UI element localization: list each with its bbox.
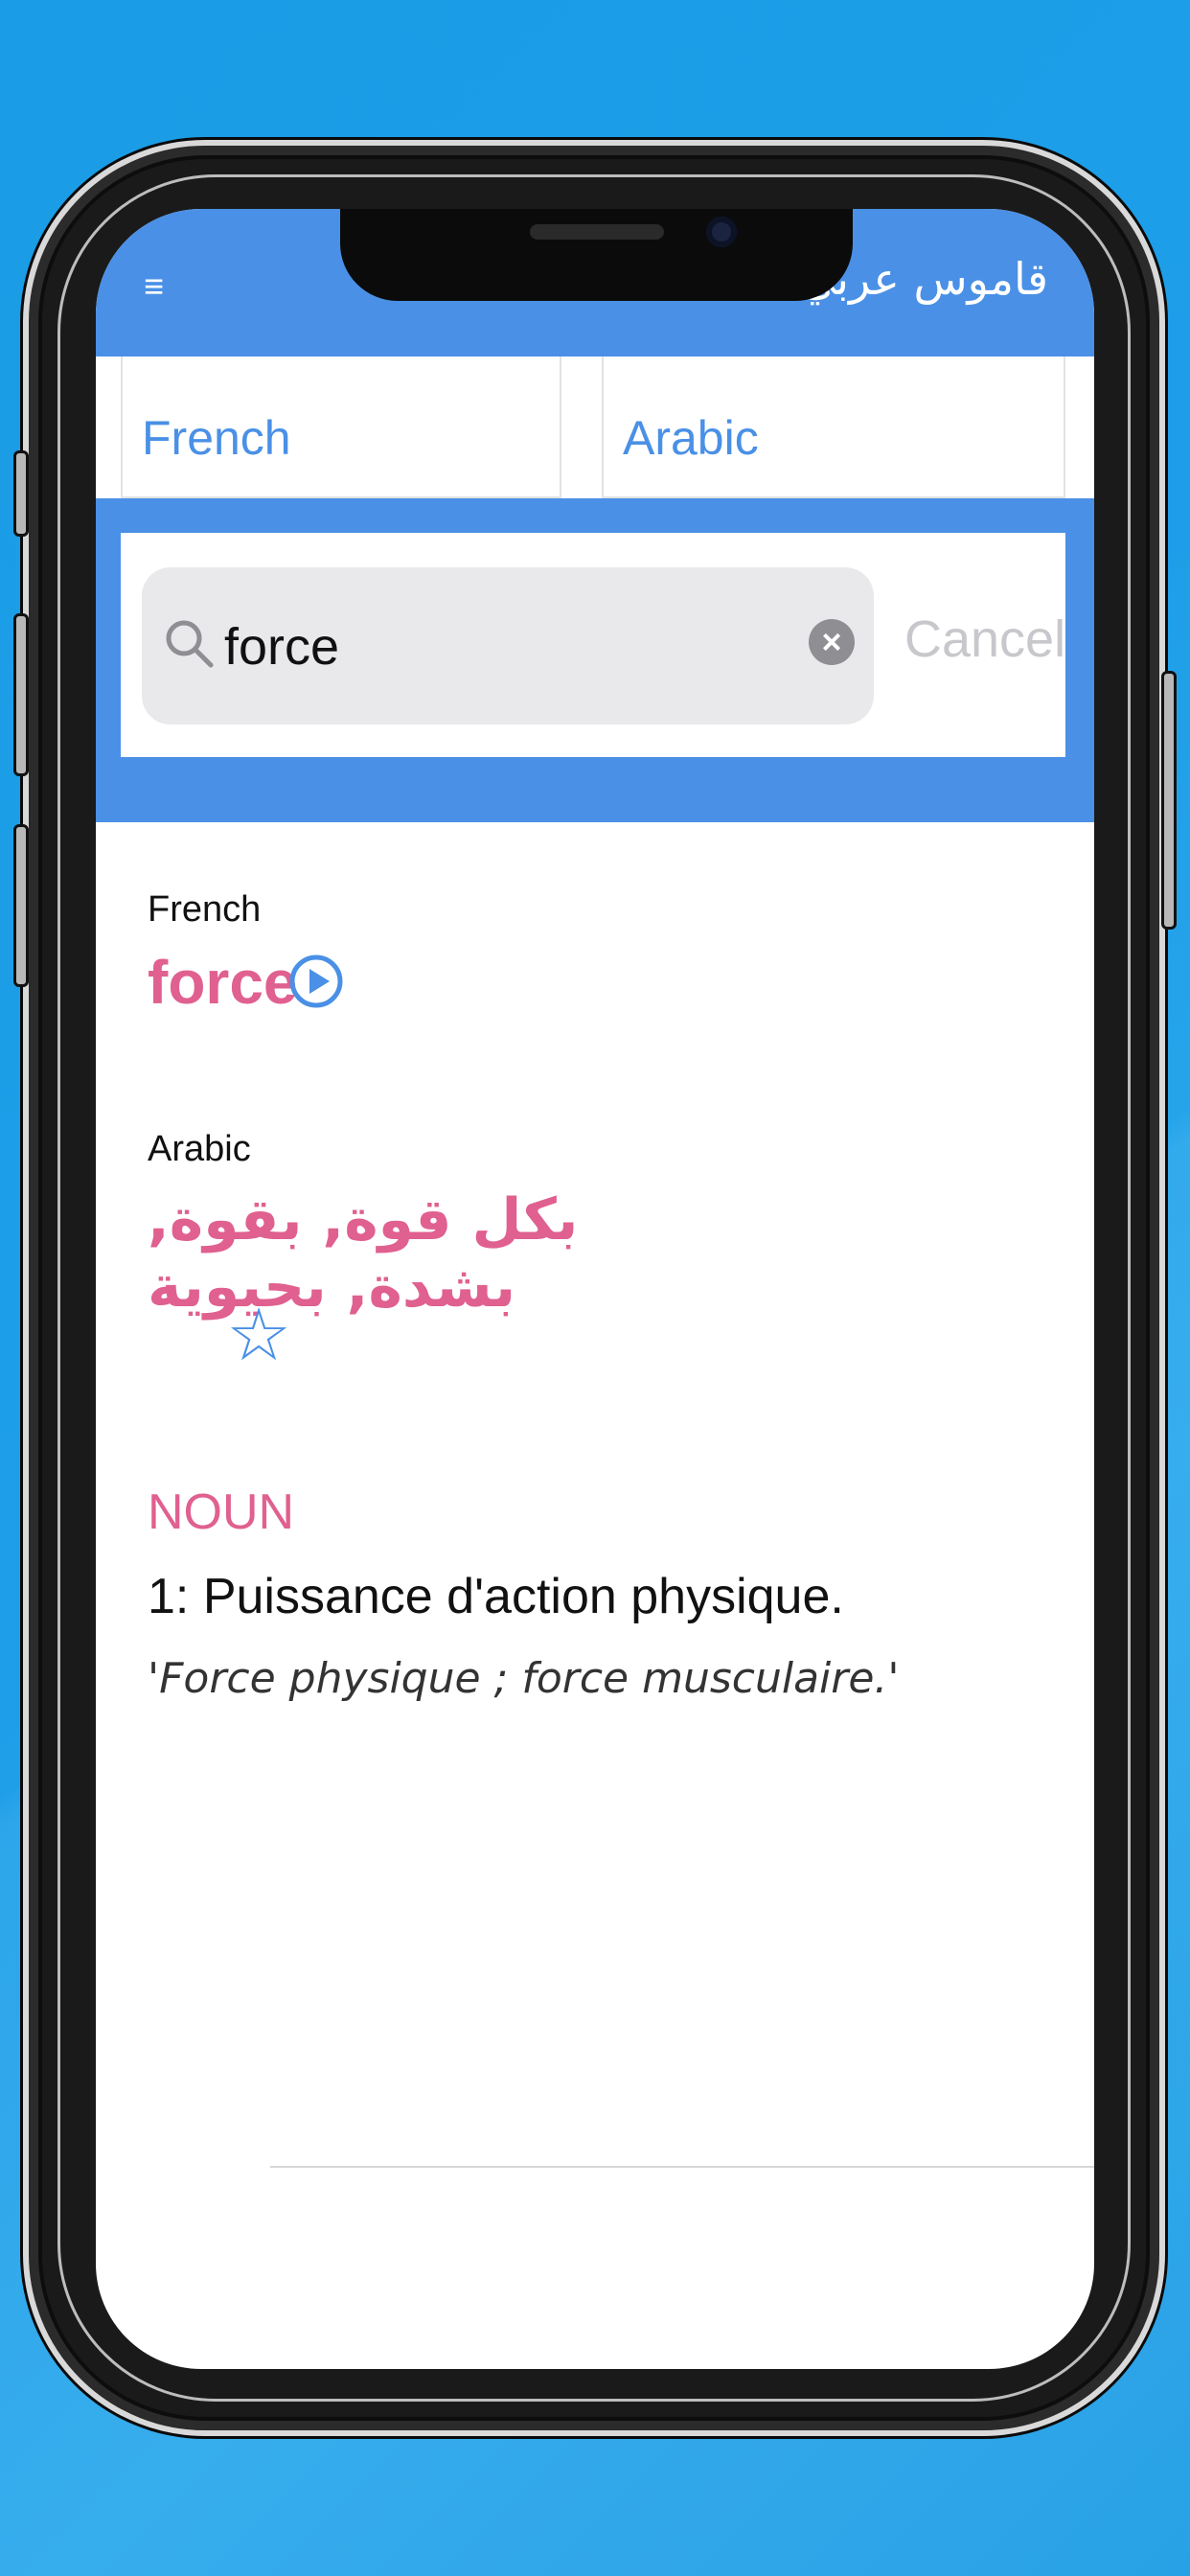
definition-text: 1: Puissance d'action physique. [148, 1569, 844, 1624]
device-notch [340, 209, 853, 301]
power-button [1161, 671, 1177, 930]
source-language-tab[interactable]: French [121, 356, 561, 498]
cancel-button[interactable]: Cancel [904, 610, 1065, 669]
volume-down-button [13, 824, 29, 987]
front-camera [706, 217, 737, 247]
search-bar: force × Cancel [121, 533, 1065, 757]
earpiece-speaker [530, 224, 664, 240]
source-language-label: French [142, 411, 291, 465]
target-language-tab[interactable]: Arabic [602, 356, 1065, 498]
favorite-star-icon[interactable]: ☆ [226, 1300, 291, 1372]
search-bar-container: force × Cancel [96, 498, 1094, 822]
divider [270, 2166, 1094, 2168]
hamburger-menu-icon[interactable]: ≡ [144, 269, 172, 304]
target-language-label: Arabic [623, 411, 759, 465]
clear-icon[interactable]: × [809, 619, 855, 665]
target-language-heading: Arabic [148, 1129, 251, 1169]
play-audio-icon[interactable] [287, 953, 345, 1010]
result-content: French force Arabic بكل قوة, بقوة, بشدة,… [96, 822, 1094, 2369]
volume-up-button [13, 613, 29, 776]
example-text: 'Force physique ; force musculaire.' [148, 1654, 900, 1703]
search-input[interactable]: force × [142, 567, 874, 724]
search-query-text[interactable]: force [224, 617, 339, 677]
source-language-heading: French [148, 889, 262, 930]
part-of-speech: NOUN [148, 1484, 295, 1540]
search-icon [166, 620, 214, 668]
language-selector: French Arabic [96, 356, 1094, 498]
phone-screen: ≡ قاموس عربي French Arabic force × Cance… [96, 209, 1094, 2369]
silent-switch [13, 450, 29, 537]
search-term: force [148, 948, 298, 1017]
